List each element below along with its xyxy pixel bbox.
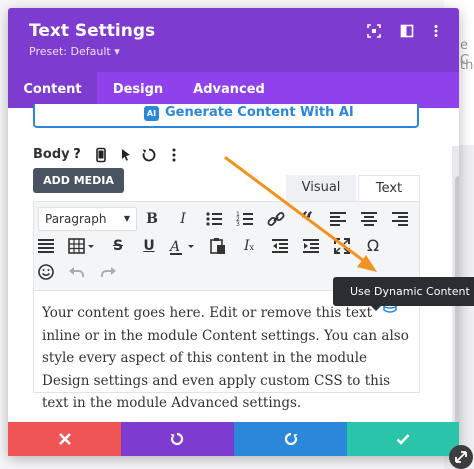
clear-formatting-icon[interactable]: Ix [239,236,259,256]
link-icon[interactable] [266,209,286,229]
svg-text:A: A [168,239,180,255]
help-icon[interactable]: ? [69,147,85,163]
cancel-button[interactable] [8,422,121,456]
tab-content[interactable]: Content [8,72,97,108]
modal-title: Text Settings [29,21,156,41]
bullet-list-icon[interactable] [204,209,224,229]
chevron-down-icon: ▼ [123,214,130,223]
redo-arrow-icon [284,432,298,446]
hover-cursor-icon[interactable] [118,147,134,163]
strikethrough-icon[interactable]: S [108,236,128,256]
text-settings-modal: Text Settings Preset: Default ▾ Content … [8,8,459,456]
emoji-icon[interactable] [36,262,56,282]
svg-text:3: 3 [236,221,240,228]
bold-icon[interactable]: B [142,209,162,229]
text-color-icon[interactable]: A [168,236,198,256]
paste-text-icon[interactable] [208,236,228,256]
align-center-icon[interactable] [359,209,379,229]
save-button[interactable] [347,422,459,456]
more-options-icon[interactable] [429,24,443,38]
redo-icon[interactable] [98,262,118,282]
underline-icon[interactable]: U [139,236,159,256]
italic-icon[interactable]: I [173,209,193,229]
resize-handle[interactable] [449,445,473,469]
tab-design[interactable]: Design [97,72,179,108]
add-media-button[interactable]: ADD MEDIA [33,168,124,193]
format-select-value: Paragraph [45,212,107,226]
undo-icon[interactable] [67,262,87,282]
tooltip-arrow [370,305,382,311]
ai-icon: AI [144,106,159,121]
blockquote-icon[interactable]: “ [297,210,317,232]
background-text-2: th [460,58,474,73]
editor-content[interactable]: Your content goes here. Edit or remove t… [42,302,414,415]
editor-tab-visual[interactable]: Visual [286,175,356,201]
fullscreen-icon[interactable] [332,236,352,256]
modal-footer [8,422,459,456]
field-options-icon[interactable] [166,147,182,163]
special-character-icon[interactable]: Ω [363,236,383,256]
justify-icon[interactable] [36,236,56,256]
focus-mode-icon[interactable] [367,24,381,38]
resize-icon [455,451,467,463]
settings-tabs: Content Design Advanced [8,72,459,108]
close-icon [59,433,71,445]
indent-icon[interactable] [301,236,321,256]
dynamic-content-tooltip: Use Dynamic Content [333,277,474,306]
tab-advanced[interactable]: Advanced [179,72,279,108]
outdent-icon[interactable] [270,236,290,256]
redo-button[interactable] [234,422,347,456]
table-icon[interactable] [67,236,97,256]
undo-button[interactable] [121,422,234,456]
split-view-icon[interactable] [400,24,414,38]
preset-selector[interactable]: Preset: Default ▾ [29,45,120,58]
modal-header: Text Settings Preset: Default ▾ [8,8,459,72]
generate-content-ai-button[interactable]: AI Generate Content With AI [33,104,419,128]
editor-tab-text[interactable]: Text [358,175,420,201]
checkmark-icon [396,434,410,445]
align-right-icon[interactable] [390,209,410,229]
page: e C th Text Settings Preset: Default ▾ C… [0,0,474,469]
generate-content-ai-label: Generate Content With AI [165,105,354,120]
undo-arrow-icon [170,432,184,446]
reset-icon[interactable] [141,147,157,163]
align-left-icon[interactable] [328,209,348,229]
numbered-list-icon[interactable]: 1 2 3 [235,209,255,229]
body-field-label: Body [33,147,70,162]
mobile-icon[interactable] [93,147,109,163]
format-select[interactable]: Paragraph ▼ [38,207,137,231]
